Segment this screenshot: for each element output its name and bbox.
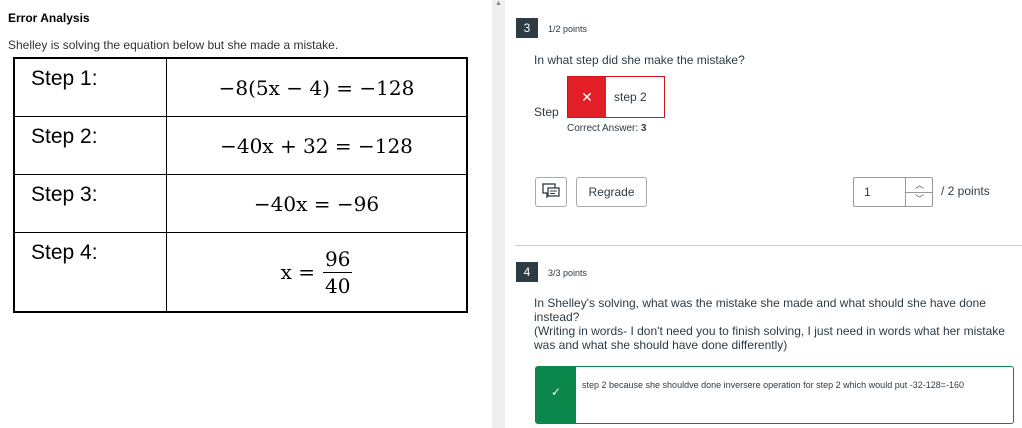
error-analysis-title: Error Analysis — [8, 11, 90, 25]
comment-icon — [542, 183, 560, 199]
question-number-badge: 4 — [516, 262, 538, 282]
step-row: Step 3: −40x = −96 — [13, 174, 468, 233]
error-analysis-description: Shelley is solving the equation below bu… — [8, 38, 339, 52]
question-points: 3/3 points — [548, 268, 588, 278]
fraction-numerator: 96 — [322, 246, 353, 273]
equation-lhs: x = — [280, 260, 315, 284]
correct-answer-value: 3 — [640, 123, 647, 134]
comment-button[interactable] — [535, 177, 567, 207]
checkmark-icon: ✓ — [536, 367, 576, 423]
step-label: Step 1: — [13, 57, 167, 117]
score-input[interactable]: 1 — [864, 178, 871, 206]
fraction-equation: x = 96 40 — [281, 247, 353, 298]
grading-panel: 3 1/2 points In what step did she make t… — [505, 0, 1022, 428]
scroll-up-icon[interactable]: ▲ — [495, 0, 502, 7]
question-line: In Shelley's solving, what was the mista… — [534, 296, 986, 324]
close-icon: ✕ — [568, 77, 606, 117]
step-equation: x = 96 40 — [166, 232, 468, 313]
step-equation: −40x = −96 — [166, 174, 468, 233]
question-text: In what step did she make the mistake? — [534, 53, 745, 67]
step-label: Step 2: — [13, 116, 167, 175]
fraction: 96 40 — [322, 246, 353, 298]
incorrect-answer-box: ✕ step 2 — [567, 76, 665, 118]
fraction-denominator: 40 — [324, 273, 351, 298]
score-spinner[interactable]: ︿ ﹀ — [905, 178, 933, 206]
step-label: Step 4: — [13, 232, 167, 313]
step-row: Step 2: −40x + 32 = −128 — [13, 116, 468, 175]
answer-prefix-label: Step — [534, 105, 559, 119]
step-equation: −8(5x − 4) = −128 — [166, 57, 468, 117]
question-points: 1/2 points — [548, 24, 588, 34]
panel-scrollbar[interactable]: ▲ — [492, 0, 505, 428]
correct-answer-box: ✓ step 2 because she shouldve done inver… — [535, 366, 1014, 424]
student-essay-answer: step 2 because she shouldve done inverse… — [582, 380, 964, 390]
chevron-up-icon[interactable]: ︿ — [906, 178, 933, 193]
student-answer: step 2 — [614, 90, 647, 104]
step-equation: −40x + 32 = −128 — [166, 116, 468, 175]
question-line: (Writing in words- I don't need you to f… — [534, 324, 1005, 352]
question-divider — [515, 245, 1022, 246]
error-analysis-panel: Error Analysis Shelley is solving the eq… — [0, 0, 492, 428]
regrade-button[interactable]: Regrade — [576, 177, 647, 207]
steps-table: Step 1: −8(5x − 4) = −128 Step 2: −40x +… — [13, 57, 468, 313]
chevron-down-icon[interactable]: ﹀ — [906, 192, 933, 206]
step-label: Step 3: — [13, 174, 167, 233]
score-total: / 2 points — [941, 184, 990, 198]
correct-answer: Correct Answer: 3 — [567, 123, 646, 134]
step-row: Step 1: −8(5x − 4) = −128 — [13, 57, 468, 117]
correct-answer-label: Correct Answer: — [567, 123, 639, 134]
step-row: Step 4: x = 96 40 — [13, 232, 468, 313]
question-text: In Shelley's solving, what was the mista… — [534, 296, 1014, 352]
question-number-badge: 3 — [516, 18, 538, 38]
score-stepper[interactable]: 1 ︿ ﹀ — [853, 177, 933, 207]
